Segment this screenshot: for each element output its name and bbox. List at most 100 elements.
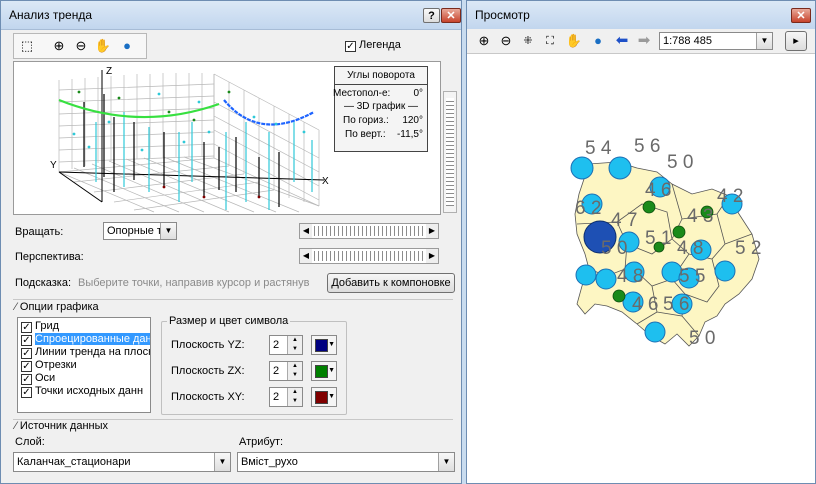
- slider-left-arrow-icon[interactable]: ◀: [300, 224, 312, 238]
- collapse-icon[interactable]: ⁄: [15, 420, 17, 432]
- collapse-icon[interactable]: ⁄: [15, 301, 17, 313]
- pan-hand-icon[interactable]: ✋: [565, 32, 583, 50]
- rotate-slider-ticks: [314, 226, 424, 236]
- add-to-layout-button[interactable]: Добавить к компоновке: [327, 273, 455, 293]
- check-icon: ✓: [21, 335, 32, 346]
- close-button[interactable]: ✕: [791, 8, 811, 23]
- zoom-in-icon[interactable]: ⊕: [475, 32, 493, 50]
- rotate-select[interactable]: Опорные т ▼: [103, 222, 177, 240]
- close-button[interactable]: ✕: [441, 8, 461, 23]
- option-projected-data[interactable]: ✓ Спроецированные дан: [18, 333, 150, 346]
- select-pointer-icon[interactable]: ⬚: [18, 37, 36, 55]
- plane-xy-label: Плоскость XY:: [171, 391, 245, 403]
- toolbar-more-button[interactable]: ▸: [785, 31, 807, 51]
- zoom-out-icon[interactable]: ⊖: [497, 32, 515, 50]
- trend-window-title: Анализ тренда: [9, 8, 92, 22]
- scale-select[interactable]: 1:788 485 ▼: [659, 32, 773, 50]
- full-extent-globe-icon[interactable]: ●: [118, 37, 136, 55]
- scale-value: 1:788 485: [663, 35, 712, 47]
- plane-yz-color-picker[interactable]: ▼: [311, 335, 337, 355]
- symbol-group-title: Размер и цвет символа: [167, 315, 291, 327]
- slider-left-arrow-icon[interactable]: ◀: [300, 249, 312, 263]
- plane-zx-size-stepper[interactable]: 2 ▲ ▼: [269, 361, 303, 381]
- preview-window: Просмотр ✕ ⊕ ⊖ ⁜ ⛶ ✋ ● ⬅ ➡ 1:788 485 ▼ ▸: [466, 0, 816, 484]
- check-icon: ✓: [21, 361, 32, 372]
- map-label: 5 6: [663, 294, 689, 315]
- graph-options-list[interactable]: ✓ Грид ✓ Спроецированные дан ✓ Линии тренда…: [17, 317, 151, 413]
- horizontal-angle-row: По гориз.: 120°: [335, 114, 427, 128]
- preview-window-titlebar[interactable]: Просмотр ✕: [467, 1, 815, 30]
- graph-vertical-scrollbar[interactable]: [443, 91, 457, 213]
- fixed-zoom-in-icon[interactable]: ⁜: [519, 32, 537, 50]
- map-label: 4 8: [617, 266, 643, 287]
- map-label: 4 2: [717, 186, 743, 207]
- location-row: Местопол-е: 0°: [333, 85, 427, 100]
- graph-scroll-ticks: [446, 98, 454, 206]
- option-grid[interactable]: ✓ Грид: [18, 320, 150, 333]
- hint-text: Выберите точки, направив курсор и растян…: [78, 277, 310, 289]
- trend-graph-canvas[interactable]: Z X Y Углы поворота Местопол-е: 0° — 3D …: [13, 61, 441, 215]
- rotation-legend-title: Углы поворота: [335, 67, 427, 85]
- perspective-slider[interactable]: ◀ ▶: [299, 248, 439, 264]
- location-label: Местопол-е:: [333, 88, 391, 99]
- chevron-down-icon: ▼: [756, 33, 772, 49]
- option-segments[interactable]: ✓ Отрезки: [18, 359, 150, 372]
- plane-yz-size-stepper[interactable]: 2 ▲ ▼: [269, 335, 303, 355]
- chevron-down-icon: ▼: [438, 453, 454, 471]
- option-trend-lines[interactable]: ✓ Линии тренда на плоск: [18, 346, 150, 359]
- trend-window-titlebar[interactable]: Анализ тренда ? ✕: [1, 1, 461, 30]
- legend-checkbox[interactable]: ✓ Легенда: [345, 39, 401, 52]
- preview-map[interactable]: 5 4 5 6 5 0 4 6 4 2 6 2 4 7 4 3 5 0 5 1 …: [467, 54, 815, 484]
- color-swatch-navy: [315, 339, 328, 352]
- attribute-label: Атрибут:: [239, 436, 284, 448]
- map-label: 5 0: [601, 238, 627, 259]
- rotate-select-value: Опорные т: [107, 225, 162, 237]
- fixed-zoom-out-icon[interactable]: ⛶: [541, 32, 559, 50]
- vertical-angle-row: По верт.: -11,5°: [335, 128, 427, 142]
- zoom-in-icon[interactable]: ⊕: [50, 37, 68, 55]
- plane-zx-color-picker[interactable]: ▼: [311, 361, 337, 381]
- pan-hand-icon[interactable]: ✋: [94, 37, 112, 55]
- map-label: 4 3: [687, 206, 713, 227]
- stepper-arrows-icon[interactable]: ▲ ▼: [287, 336, 302, 354]
- map-label: 4 6: [645, 180, 671, 201]
- check-icon: ✓: [21, 348, 32, 359]
- attribute-select[interactable]: Вміст_рухо ▼: [237, 452, 455, 472]
- back-arrow-icon[interactable]: ⬅: [613, 32, 631, 50]
- plane-xy-color-picker[interactable]: ▼: [311, 387, 337, 407]
- hint-label: Подсказка:: [15, 277, 72, 289]
- rotate-label: Вращать:: [15, 226, 64, 238]
- slider-right-arrow-icon[interactable]: ▶: [426, 224, 438, 238]
- trend-toolbar: ⬚ ⊕ ⊖ ✋ ●: [13, 33, 147, 59]
- color-swatch-green: [315, 365, 328, 378]
- rotate-slider[interactable]: ◀ ▶: [299, 223, 439, 239]
- horizontal-angle-value: 120°: [402, 115, 423, 126]
- chevron-down-icon: ▼: [214, 453, 230, 471]
- forward-arrow-icon[interactable]: ➡: [635, 32, 653, 50]
- option-source-points[interactable]: ✓ Точки исходных данн: [18, 385, 150, 398]
- vertical-angle-value: -11,5°: [396, 129, 423, 140]
- chevron-down-icon: ▼: [328, 367, 335, 374]
- stepper-arrows-icon[interactable]: ▲ ▼: [287, 362, 302, 380]
- map-label: 5 2: [735, 238, 761, 259]
- map-label: 4 8: [677, 238, 703, 259]
- vertical-angle-label: По верт.:: [345, 129, 386, 140]
- location-value: 0°: [413, 88, 423, 99]
- check-icon: ✓: [21, 387, 32, 398]
- help-button[interactable]: ?: [423, 8, 440, 23]
- full-extent-globe-icon[interactable]: ●: [589, 32, 607, 50]
- stepper-arrows-icon[interactable]: ▲ ▼: [287, 388, 302, 406]
- option-axes[interactable]: ✓ Оси: [18, 372, 150, 385]
- chevron-down-icon: ▼: [160, 223, 176, 239]
- legend-check-icon: ✓: [345, 41, 356, 52]
- horizontal-angle-label: По гориз.:: [343, 115, 389, 126]
- plane-xy-size-stepper[interactable]: 2 ▲ ▼: [269, 387, 303, 407]
- layer-select[interactable]: Каланчак_стационари ▼: [13, 452, 231, 472]
- chevron-down-icon: ▼: [328, 341, 335, 348]
- preview-toolbar: ⊕ ⊖ ⁜ ⛶ ✋ ● ⬅ ➡ 1:788 485 ▼ ▸: [467, 29, 815, 54]
- layer-label: Слой:: [15, 436, 45, 448]
- slider-right-arrow-icon[interactable]: ▶: [426, 249, 438, 263]
- rotation-legend-box: Углы поворота Местопол-е: 0° — 3D график…: [333, 66, 428, 152]
- map-label: 5 0: [667, 152, 693, 173]
- zoom-out-icon[interactable]: ⊖: [72, 37, 90, 55]
